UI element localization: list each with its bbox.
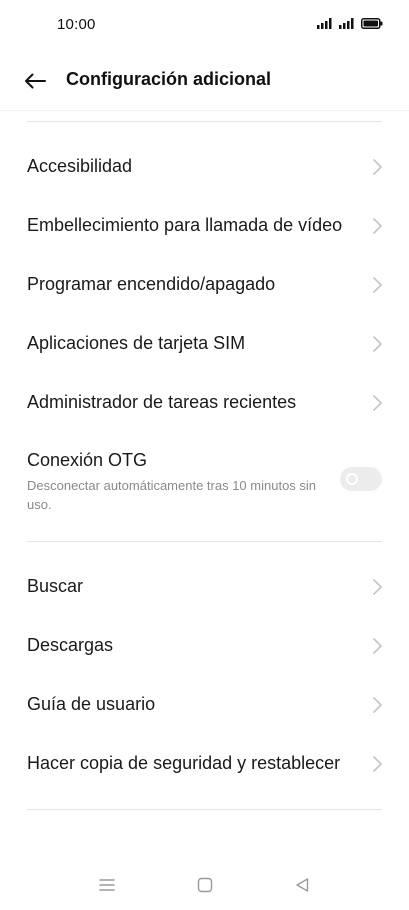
list-item-label: Buscar — [27, 576, 84, 596]
divider — [27, 121, 382, 122]
back-button[interactable] — [20, 66, 50, 96]
list-item-accessibility[interactable]: Accesibilidad — [0, 137, 409, 196]
list-item-recent-tasks-manager[interactable]: Administrador de tareas recientes — [0, 373, 409, 432]
menu-icon — [99, 879, 115, 891]
divider — [27, 541, 382, 542]
toggle-knob — [346, 473, 358, 485]
chevron-right-icon — [373, 158, 382, 175]
list-item-label: Hacer copia de seguridad y restablecer — [27, 753, 341, 773]
list-item-label: Descargas — [27, 635, 114, 655]
list-item-label: Programar encendido/apagado — [27, 274, 276, 294]
list-item-label: Administrador de tareas recientes — [27, 392, 297, 412]
chevron-right-icon — [373, 578, 382, 595]
list-item-label: Aplicaciones de tarjeta SIM — [27, 333, 246, 353]
list-item-label: Embellecimiento para llamada de vídeo — [27, 215, 343, 235]
signal-sim2-icon — [339, 18, 354, 29]
otg-toggle[interactable] — [340, 467, 382, 491]
list-item-video-call-beautification[interactable]: Embellecimiento para llamada de vídeo — [0, 196, 409, 255]
chevron-right-icon — [373, 394, 382, 411]
list-item-user-guide[interactable]: Guía de usuario — [0, 675, 409, 734]
settings-list-more: Buscar Descargas Guía de usuario Hacer c… — [0, 557, 409, 793]
nav-home-button[interactable] — [194, 874, 216, 896]
otg-title: Conexión OTG — [27, 450, 148, 470]
status-icons — [317, 18, 383, 29]
list-item-scheduled-power[interactable]: Programar encendido/apagado — [0, 255, 409, 314]
signal-sim1-icon — [317, 18, 332, 29]
divider — [27, 809, 382, 810]
chevron-right-icon — [373, 217, 382, 234]
chevron-right-icon — [373, 755, 382, 772]
top-app-bar: Configuración adicional — [0, 50, 409, 111]
home-square-icon — [197, 877, 213, 893]
page-title: Configuración adicional — [66, 69, 272, 89]
list-item-label: Accesibilidad — [27, 156, 133, 176]
status-bar: 10:00 — [0, 0, 409, 50]
list-item-otg-connection[interactable]: Conexión OTG Desconectar automáticamente… — [0, 440, 409, 520]
system-navigation-bar — [0, 860, 409, 910]
arrow-left-icon — [25, 73, 46, 89]
list-item-search[interactable]: Buscar — [0, 557, 409, 616]
back-triangle-icon — [296, 878, 309, 892]
otg-subtitle: Desconectar automáticamente tras 10 minu… — [27, 478, 317, 512]
settings-list-general: Accesibilidad Embellecimiento para llama… — [0, 137, 409, 432]
chevron-right-icon — [373, 696, 382, 713]
chevron-right-icon — [373, 335, 382, 352]
list-item-sim-apps[interactable]: Aplicaciones de tarjeta SIM — [0, 314, 409, 373]
list-item-label: Guía de usuario — [27, 694, 156, 714]
nav-menu-button[interactable] — [96, 874, 118, 896]
battery-icon — [361, 18, 383, 29]
chevron-right-icon — [373, 276, 382, 293]
nav-back-button[interactable] — [291, 874, 313, 896]
status-time: 10:00 — [57, 16, 96, 33]
list-item-downloads[interactable]: Descargas — [0, 616, 409, 675]
chevron-right-icon — [373, 637, 382, 654]
list-item-backup-reset[interactable]: Hacer copia de seguridad y restablecer — [0, 734, 409, 793]
